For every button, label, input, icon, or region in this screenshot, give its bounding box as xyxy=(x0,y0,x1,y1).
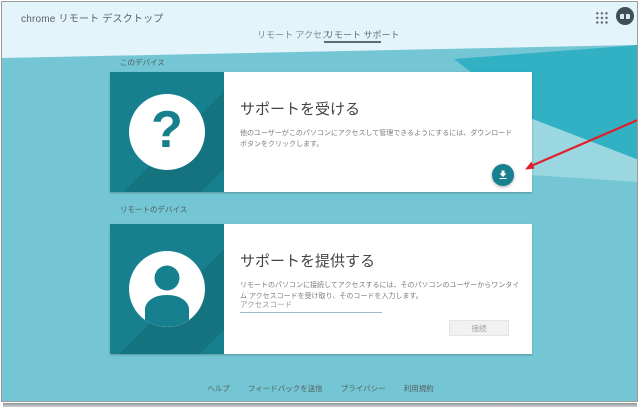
section-label-remote-devices: リモートのデバイス xyxy=(120,204,187,215)
give-support-icon-panel xyxy=(110,224,224,354)
connect-button[interactable]: 接続 xyxy=(449,320,509,336)
footer-link-feedback[interactable]: フィードバックを送信 xyxy=(248,384,323,393)
app-title: chrome リモート デスクトップ xyxy=(21,10,164,25)
access-code-input[interactable] xyxy=(240,300,382,313)
active-tab-underline xyxy=(324,41,381,43)
apps-grid-icon[interactable] xyxy=(595,11,608,24)
screenshot: chrome リモート デスクトップ リモート アクセス リモート サポート こ… xyxy=(0,0,640,408)
user-avatar[interactable] xyxy=(616,7,634,25)
give-support-card: サポートを提供する リモートのパソコンに接続してアクセスするには、そのパソコンの… xyxy=(110,224,532,354)
tab-remote-support[interactable]: リモート サポート xyxy=(325,28,400,41)
download-button[interactable] xyxy=(492,164,514,186)
footer-link-privacy[interactable]: プライバシー xyxy=(341,384,386,393)
screenshot-bottom-shadow xyxy=(3,403,637,407)
footer-links: ヘルプ フィードバックを送信 プライバシー 利用規約 xyxy=(2,383,638,394)
get-support-card: ? サポートを受ける 他のユーザーがこのパソコンにアクセスして管理できるようにす… xyxy=(110,72,532,192)
person-icon xyxy=(129,251,205,327)
browser-viewport: chrome リモート デスクトップ リモート アクセス リモート サポート こ… xyxy=(1,1,638,402)
get-support-icon-panel: ? xyxy=(110,72,224,192)
give-support-title: サポートを提供する xyxy=(240,250,520,271)
give-support-description: リモートのパソコンに接続してアクセスするには、そのパソコンのユーザーからワンタイ… xyxy=(240,280,520,302)
tab-remote-access[interactable]: リモート アクセス xyxy=(257,28,331,41)
footer-link-terms[interactable]: 利用規約 xyxy=(404,384,434,393)
get-support-body: サポートを受ける 他のユーザーがこのパソコンにアクセスして管理できるようにするに… xyxy=(224,72,536,192)
avatar-label xyxy=(620,14,630,19)
download-icon xyxy=(497,169,509,181)
footer-link-help[interactable]: ヘルプ xyxy=(207,384,230,393)
get-support-description: 他のユーザーがこのパソコンにアクセスして管理できるようにするには、ダウンロード … xyxy=(240,128,520,150)
question-mark-icon: ? xyxy=(129,94,205,170)
get-support-title: サポートを受ける xyxy=(240,98,520,119)
section-label-this-device: このデバイス xyxy=(120,57,165,68)
